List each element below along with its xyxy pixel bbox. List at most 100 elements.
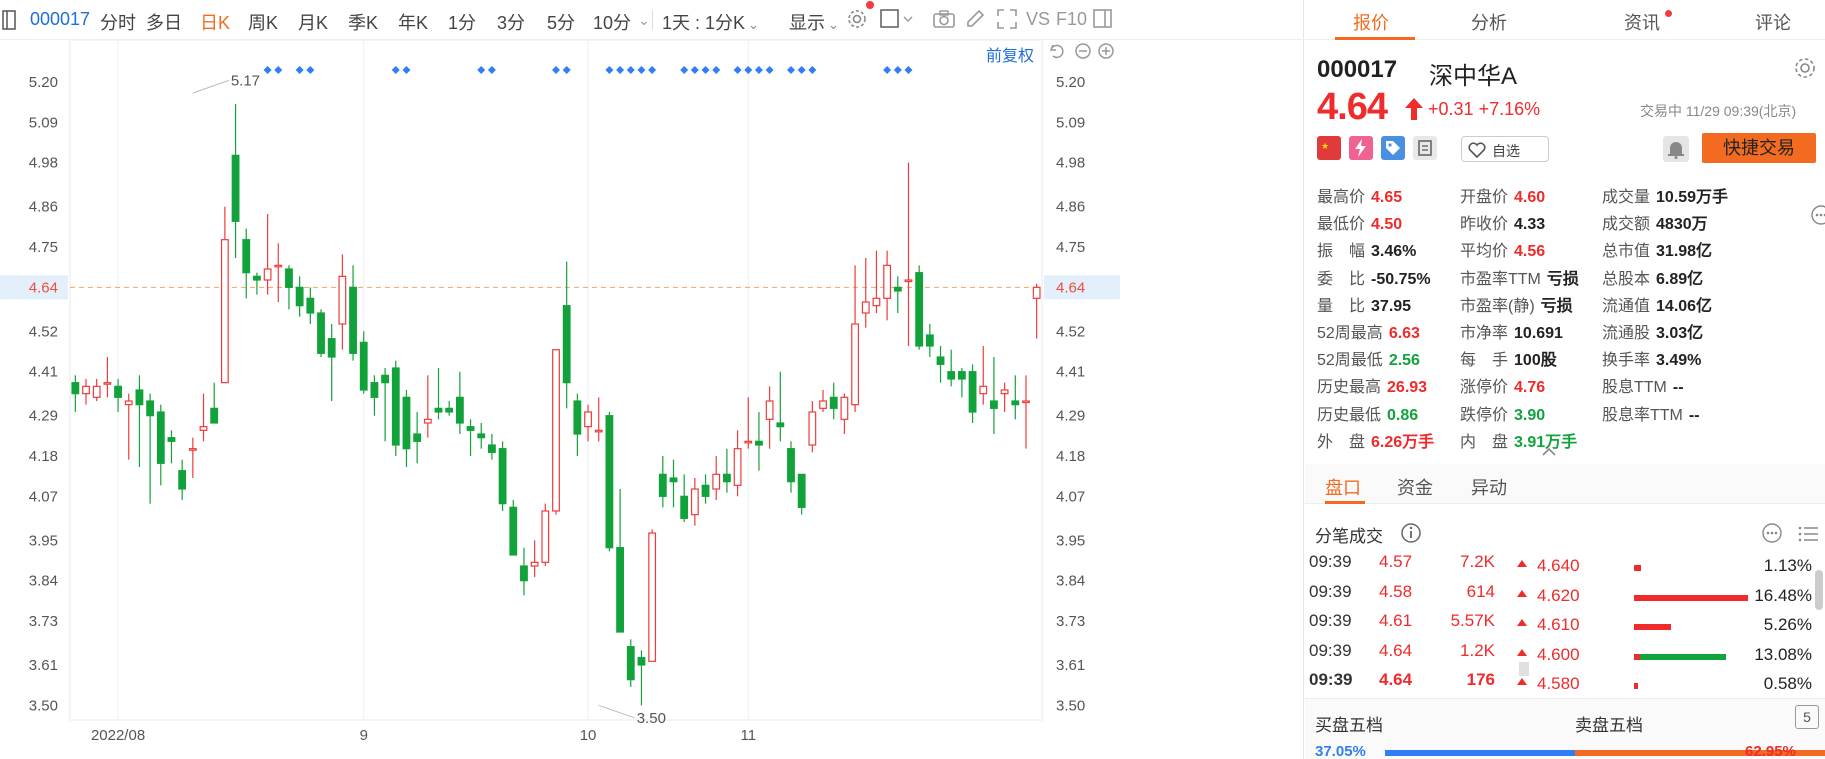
dist-price: 4.640 xyxy=(1537,556,1580,575)
tab-comments[interactable]: 评论 xyxy=(1755,9,1791,35)
period-tab-5min[interactable]: 5分 xyxy=(547,9,575,35)
stat-row: 市盈率(静) 亏损 xyxy=(1460,292,1573,316)
tab-quote[interactable]: 报价 xyxy=(1353,9,1389,35)
trade-price: 4.64 xyxy=(1379,640,1413,660)
period-tab-10min[interactable]: 10分 xyxy=(593,9,631,35)
stat-value: 6.89亿 xyxy=(1656,270,1704,288)
y-tick-label-right: 3.73 xyxy=(1056,613,1085,630)
stat-row: 换手率 3.49% xyxy=(1602,346,1701,370)
fullscreen-icon[interactable] xyxy=(996,8,1018,30)
trade-row: 09:39 4.64 176 xyxy=(1305,670,1535,698)
scrollbar-thumb[interactable] xyxy=(1815,570,1823,610)
event-marker-icon xyxy=(648,66,657,74)
stat-value: 2.56 xyxy=(1388,352,1420,370)
candle-body xyxy=(242,239,251,274)
stat-label: 量 比 xyxy=(1317,297,1366,315)
more-options-icon[interactable] xyxy=(1761,522,1783,544)
more-dots-icon[interactable] xyxy=(1810,204,1825,226)
candle-body xyxy=(530,561,539,567)
candle-body xyxy=(925,334,934,347)
stat-value: 4.33 xyxy=(1514,216,1546,234)
bell-icon[interactable] xyxy=(1663,136,1689,162)
stat-label: 流通股 xyxy=(1602,325,1651,342)
dist-percent: 1.13% xyxy=(1763,556,1812,575)
candle-body xyxy=(765,400,774,420)
stat-row: 开盘价 4.60 xyxy=(1460,183,1545,207)
candle-body xyxy=(755,440,763,446)
stock-code: 000017 xyxy=(1317,56,1398,83)
stat-row: 总市值 31.98亿 xyxy=(1602,237,1712,261)
y-tick-label-right: 5.09 xyxy=(1056,114,1085,131)
dist-price: 4.600 xyxy=(1537,644,1580,664)
stat-label: 外 盘 xyxy=(1317,433,1366,451)
kline-chart[interactable]: 2022/08 9 10 11 5.20 5.20 5.09 5.09 4.98 4.98 4.86… xyxy=(0,40,1304,759)
subtab-capital[interactable]: 资金 xyxy=(1397,474,1433,500)
pencil-icon[interactable] xyxy=(964,8,986,30)
order-book: 买盘五档 卖盘五档 5 37.05% 62.95% xyxy=(1305,698,1825,759)
trade-price: 4.64 xyxy=(1379,670,1413,689)
stat-row: 股息TTM -- xyxy=(1602,373,1684,397)
tab-news[interactable]: 资讯 xyxy=(1624,9,1660,35)
trade-volume: 5.57K xyxy=(1450,611,1495,630)
candle-body xyxy=(968,371,977,413)
period-tab-yearly-k[interactable]: 年K xyxy=(398,9,428,35)
china-flag-icon[interactable]: ★ xyxy=(1317,136,1341,160)
event-marker-icon xyxy=(487,66,496,74)
tag-icon[interactable] xyxy=(1381,136,1405,160)
add-favorite-button[interactable]: 自选 xyxy=(1461,136,1549,162)
period-tab-multiday[interactable]: 多日 xyxy=(146,9,182,35)
subtab-handicap[interactable]: 盘口 xyxy=(1325,474,1361,500)
period-tab-1min[interactable]: 1分 xyxy=(448,9,476,35)
stock-code-link[interactable]: 000017 xyxy=(30,9,90,30)
tab-analysis[interactable]: 分析 xyxy=(1471,9,1507,35)
period-tab-intraday[interactable]: 分时 xyxy=(100,9,136,35)
y-tick-label-left: 4.18 xyxy=(29,448,58,465)
stat-value: 3.90 xyxy=(1514,406,1546,424)
buy-ratio: 37.05% xyxy=(1315,743,1366,759)
interval-select[interactable]: 1天 : 1分K ⌄ xyxy=(662,9,759,35)
candle-body xyxy=(957,371,966,380)
add-favorite-label: 自选 xyxy=(1492,143,1520,159)
event-marker-icon xyxy=(883,66,892,74)
drawing-box-icon[interactable] xyxy=(880,8,916,30)
compare-vs-button[interactable]: VS xyxy=(1026,9,1050,30)
stat-value: -50.75% xyxy=(1371,270,1431,288)
list-view-icon[interactable] xyxy=(1797,524,1819,544)
chevron-down-icon[interactable]: ⌄ xyxy=(638,12,650,29)
y-tick-label-left: 5.20 xyxy=(29,74,58,91)
stat-label: 内 盘 xyxy=(1460,433,1509,451)
period-tab-quarterly-k[interactable]: 季K xyxy=(348,9,378,35)
stat-row: 流通值 14.06亿 xyxy=(1602,292,1712,316)
up-triangle-icon xyxy=(1517,648,1527,656)
settings-gear-icon[interactable] xyxy=(846,8,868,30)
period-tab-daily-k[interactable]: 日K xyxy=(200,9,230,35)
candle-body xyxy=(690,488,699,516)
gear-icon[interactable] xyxy=(1793,56,1817,80)
stat-row: 市净率 10.691 xyxy=(1460,319,1563,343)
display-menu[interactable]: 显示 ⌄ xyxy=(789,9,839,35)
period-tab-3min[interactable]: 3分 xyxy=(497,9,525,35)
note-icon[interactable] xyxy=(1413,136,1437,160)
collapse-chevron-icon[interactable] xyxy=(1541,446,1557,458)
distribution-row: 4.600 13.08% xyxy=(1537,645,1812,673)
candle-body xyxy=(274,264,283,268)
lightning-icon[interactable] xyxy=(1349,136,1373,160)
stat-value: 37.95 xyxy=(1371,297,1412,315)
levels-toggle-button[interactable]: 5 xyxy=(1795,705,1819,729)
camera-icon[interactable] xyxy=(932,8,956,30)
scroll-track[interactable] xyxy=(1519,662,1529,676)
active-subtab-underline xyxy=(1325,501,1365,504)
y-tick-label-right: 4.29 xyxy=(1056,408,1085,425)
f10-button[interactable]: F10 xyxy=(1056,9,1087,30)
subtab-unusual[interactable]: 异动 xyxy=(1471,474,1507,500)
stat-row: 涨停价 4.76 xyxy=(1460,373,1545,397)
info-icon[interactable] xyxy=(1400,522,1422,544)
period-tab-weekly-k[interactable]: 周K xyxy=(248,9,278,35)
panel-layout-icon[interactable] xyxy=(1093,8,1113,30)
chart-panel: 000017 分时 多日 日K 周K 月K 季K 年K 1分 3分 5分 10分… xyxy=(0,0,1304,759)
quick-trade-button[interactable]: 快捷交易 xyxy=(1702,133,1816,163)
period-tab-monthly-k[interactable]: 月K xyxy=(298,9,328,35)
sidebar-toggle-icon[interactable] xyxy=(2,10,16,30)
candle-body xyxy=(541,510,550,563)
stat-row: 52周最低 2.56 xyxy=(1317,346,1420,370)
